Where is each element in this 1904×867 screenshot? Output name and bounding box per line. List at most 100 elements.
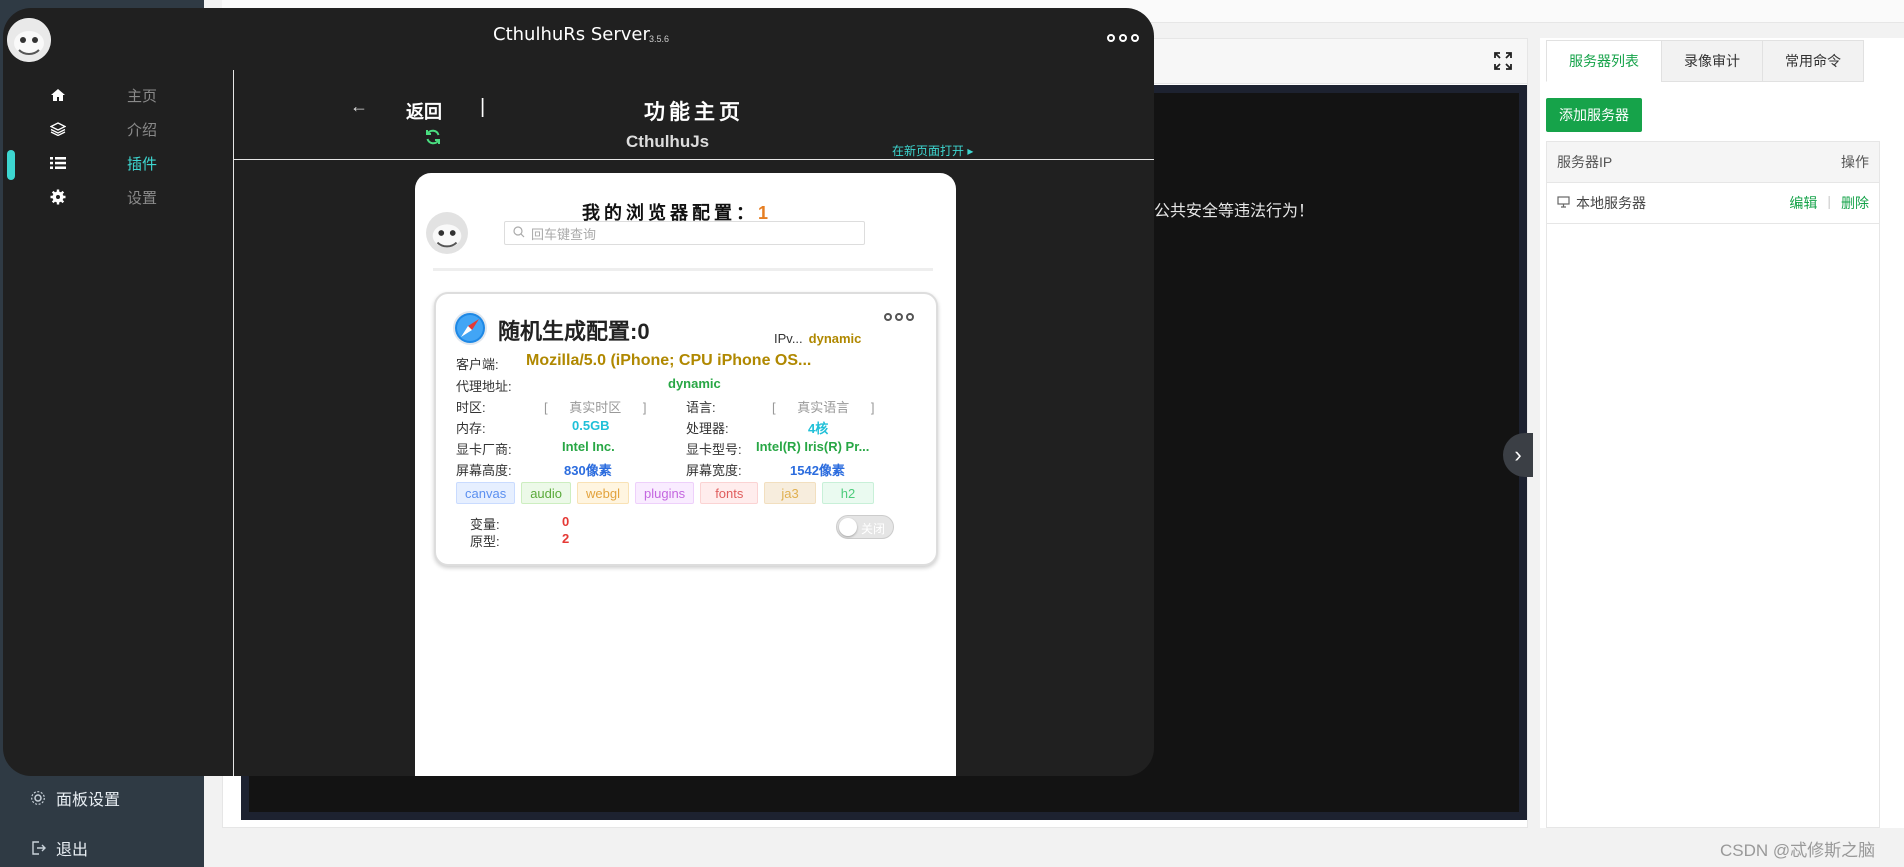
bracket: [ xyxy=(544,400,548,415)
window-title: CthulhuRs Server xyxy=(493,24,650,45)
sidebar-item-settings[interactable]: 设置 xyxy=(49,186,157,208)
layers-icon xyxy=(49,122,67,136)
server-table: 服务器IP 操作 本地服务器 编辑 | 删除 xyxy=(1546,141,1880,828)
watermark: CSDN @忒修斯之脑 xyxy=(1720,841,1876,860)
extension-sidebar: 主页 介绍 插件 设置 xyxy=(3,70,233,776)
gpu-vendor-label: 显卡厂商: xyxy=(456,442,512,457)
proxy-label: 代理地址: xyxy=(456,379,512,394)
screen-height-value: 830像素 xyxy=(564,463,612,478)
bracket: ] xyxy=(642,400,647,415)
sidebar-item-panel-settings[interactable]: 面板设置 xyxy=(30,786,120,810)
terminal-text: 公共安全等违法行为！ xyxy=(1154,203,1315,220)
search-input[interactable]: 回车键查询 xyxy=(504,221,865,245)
tab-server-list[interactable]: 服务器列表 xyxy=(1546,40,1661,82)
timezone-label: 时区: xyxy=(456,400,486,415)
home-icon xyxy=(49,88,67,102)
toggle-knob xyxy=(839,518,857,536)
tag-canvas[interactable]: canvas xyxy=(456,482,516,504)
card-more-icon[interactable] xyxy=(884,313,914,321)
back-arrow-icon[interactable]: ← xyxy=(350,96,368,117)
language-label: 语言: xyxy=(686,400,716,415)
gear-icon xyxy=(49,189,67,205)
sidebar-item-logout[interactable]: 退出 xyxy=(30,836,88,860)
memory-label: 内存: xyxy=(456,421,486,436)
timezone-field: [ 真实时区 ] xyxy=(544,397,647,416)
server-panel: 服务器列表 录像审计 常用命令 添加服务器 服务器IP 操作 本地服务器 编辑 … xyxy=(1540,38,1904,828)
avatar xyxy=(426,212,468,254)
logout-icon xyxy=(30,840,46,856)
tag-audio[interactable]: audio xyxy=(521,482,572,504)
language-field: [ 真实语言 ] xyxy=(772,397,875,416)
bracket: ] xyxy=(870,400,875,415)
tab-common-commands[interactable]: 常用命令 xyxy=(1762,40,1864,82)
screen-width-value: 1542像素 xyxy=(790,463,845,478)
client-value: Mozilla/5.0 (iPhone; CPU iPhone OS... xyxy=(526,352,812,369)
tag-h2[interactable]: h2 xyxy=(821,482,875,504)
timezone-value: 真实时区 xyxy=(569,400,622,415)
prototype-label: 原型: xyxy=(470,534,500,549)
sidebar-item-label: 面板设置 xyxy=(56,792,121,809)
header-separator: | xyxy=(480,96,486,118)
add-server-button[interactable]: 添加服务器 xyxy=(1546,98,1642,132)
app-logo xyxy=(7,18,51,62)
version-label: 3.5.6 xyxy=(649,34,670,44)
client-label: 客户端: xyxy=(456,357,499,372)
cpu-label: 处理器: xyxy=(686,421,729,436)
sidebar-item-home[interactable]: 主页 xyxy=(49,84,157,106)
tag-ja3[interactable]: ja3 xyxy=(764,482,816,504)
page-title: 功能主页 xyxy=(644,101,744,124)
sidebar-item-plugins[interactable]: 插件 xyxy=(49,152,157,174)
table-row[interactable]: 本地服务器 编辑 | 删除 xyxy=(1547,183,1879,224)
safari-icon xyxy=(452,310,488,346)
tag-fonts[interactable]: fonts xyxy=(700,482,759,504)
tag-webgl[interactable]: webgl xyxy=(577,482,629,504)
table-header: 服务器IP 操作 xyxy=(1547,142,1879,183)
plugin-preview: 我的浏览器配置：1 回车键查询 随机生成配置:0 IPv... dynamic 客… xyxy=(415,173,956,776)
delete-link[interactable]: 删除 xyxy=(1841,193,1869,213)
sidebar-item-label: 退出 xyxy=(56,842,89,859)
sidebar-item-intro[interactable]: 介绍 xyxy=(49,118,157,140)
config-card[interactable]: 随机生成配置:0 IPv... dynamic 客户端: Mozilla/5.0 … xyxy=(434,292,938,566)
divider xyxy=(433,268,933,271)
feature-tags: canvas audio webgl plugins fonts ja3 h2 xyxy=(456,482,875,504)
ip-version: IPv... dynamic xyxy=(774,331,861,346)
sidebar-item-label: 设置 xyxy=(127,189,158,207)
tab-recording-audit[interactable]: 录像审计 xyxy=(1661,40,1762,82)
language-value: 真实语言 xyxy=(797,400,850,415)
ipv-value: dynamic xyxy=(808,331,862,346)
plugin-name: CthulhuJs xyxy=(626,132,710,151)
separator: | xyxy=(1827,193,1831,209)
bracket: [ xyxy=(772,400,776,415)
monitor-icon xyxy=(1557,195,1570,211)
screen-height-label: 屏幕高度: xyxy=(456,463,512,478)
prototype-value: 2 xyxy=(562,531,570,546)
column-header-ops: 操作 xyxy=(1841,154,1869,170)
sidebar-item-label: 插件 xyxy=(127,155,158,173)
edit-link[interactable]: 编辑 xyxy=(1789,193,1817,213)
config-count: 1 xyxy=(758,203,773,223)
open-in-new-page-link[interactable]: 在新页面打开 ▸ xyxy=(892,142,973,159)
variable-value: 0 xyxy=(562,514,570,529)
cpu-value: 4核 xyxy=(808,421,829,436)
screen-width-label: 屏幕宽度: xyxy=(686,463,742,478)
gpu-model-value: Intel(R) Iris(R) Pr... xyxy=(756,439,870,454)
more-menu-icon[interactable] xyxy=(1107,34,1139,42)
page-header: ← 返回 | 功能主页 CthulhuJs 在新页面打开 ▸ xyxy=(234,70,1154,160)
active-nav-indicator xyxy=(7,150,15,180)
enable-toggle[interactable]: 关闭 xyxy=(836,515,894,539)
ipv-label: IPv... xyxy=(774,331,803,346)
tag-plugins[interactable]: plugins xyxy=(634,482,695,504)
extension-window: CthulhuRs Server 3.5.6 主页 介绍 插件 设置 ← 返回 … xyxy=(3,8,1154,776)
column-header-ip: 服务器IP xyxy=(1557,154,1613,170)
list-icon xyxy=(49,156,67,170)
gear-icon xyxy=(30,790,46,806)
card-title: 随机生成配置:0 xyxy=(498,319,650,344)
header-divider xyxy=(234,159,1154,160)
window-titlebar[interactable]: CthulhuRs Server 3.5.6 xyxy=(3,8,1154,70)
gpu-model-label: 显卡型号: xyxy=(686,442,742,457)
fullscreen-icon[interactable] xyxy=(1494,52,1512,70)
sidebar-divider xyxy=(233,70,234,776)
toggle-label: 关闭 xyxy=(861,522,886,536)
back-button[interactable]: 返回 xyxy=(406,98,442,124)
refresh-icon[interactable] xyxy=(424,128,442,146)
